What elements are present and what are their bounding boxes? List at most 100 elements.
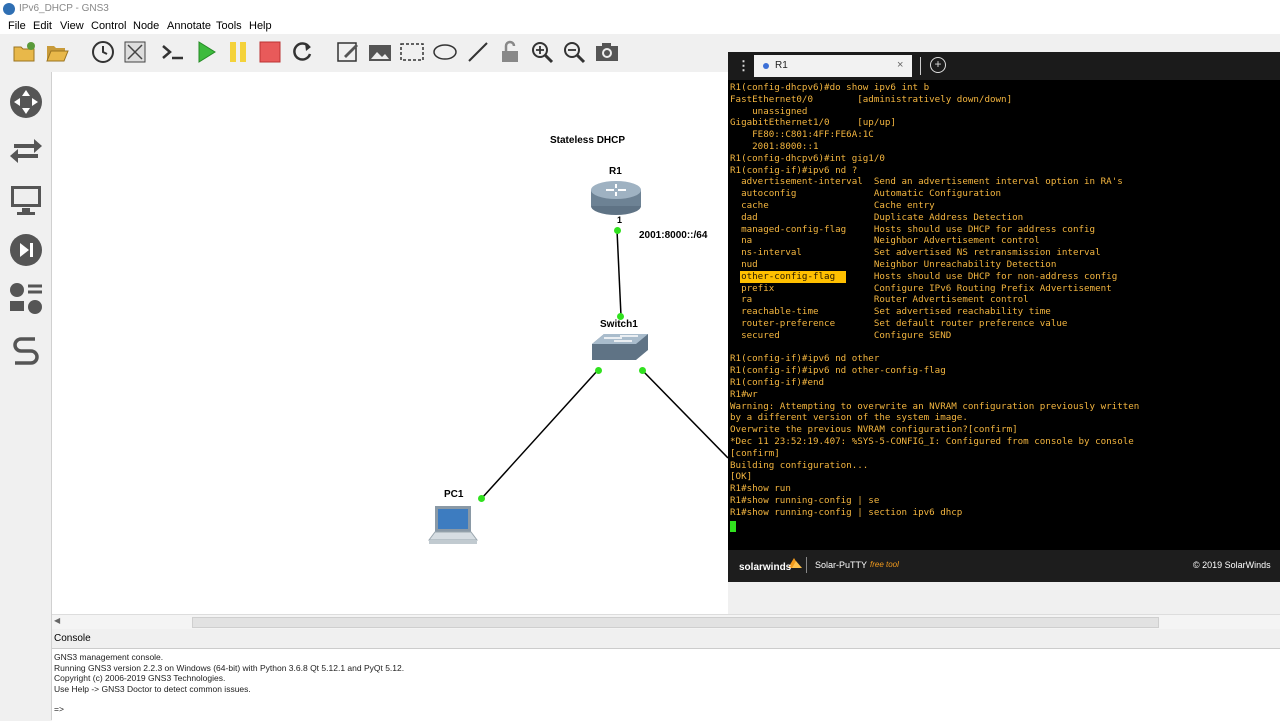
menu-edit[interactable]: Edit bbox=[33, 20, 52, 32]
r1-port-label[interactable]: 1 bbox=[617, 215, 622, 225]
console-line: Running GNS3 version 2.2.3 on Windows (6… bbox=[54, 663, 405, 673]
console-prompt[interactable]: => bbox=[54, 704, 64, 714]
terminal-line: advertisement-interval Send an advertise… bbox=[730, 176, 1123, 188]
browse-security-devices-icon[interactable] bbox=[8, 232, 44, 268]
session-status-dot bbox=[763, 63, 769, 69]
draw-rectangle-icon[interactable] bbox=[398, 38, 426, 66]
menu-dots-icon[interactable]: ⋮ bbox=[737, 58, 750, 74]
terminal-line: by a different version of the system ima… bbox=[730, 412, 968, 424]
session-tab-label: R1 bbox=[775, 60, 788, 71]
browse-end-devices-icon[interactable] bbox=[8, 182, 44, 218]
terminal-line: ra Router Advertisement control bbox=[730, 294, 1029, 306]
terminal-line: Overwrite the previous NVRAM configurati… bbox=[730, 424, 1018, 436]
pc1-label[interactable]: PC1 bbox=[444, 489, 463, 500]
port-status-dot bbox=[614, 227, 621, 234]
terminal-line: GigabitEthernet1/0 [up/up] bbox=[730, 117, 896, 129]
terminal-line: FastEthernet0/0 [administratively down/d… bbox=[730, 93, 1013, 105]
lock-items-icon[interactable] bbox=[496, 38, 524, 66]
terminal-line: Building configuration... bbox=[730, 459, 869, 471]
router-r1-label[interactable]: R1 bbox=[609, 166, 622, 177]
terminal-line: Warning: Attempting to overwrite an NVRA… bbox=[730, 400, 1140, 412]
terminal-cursor bbox=[730, 521, 736, 532]
show-interface-labels-icon[interactable] bbox=[121, 38, 149, 66]
menu-control[interactable]: Control bbox=[91, 20, 126, 32]
putty-tab-bar: ⋮ R1 × + bbox=[728, 52, 1280, 80]
session-tab-r1[interactable]: R1 × bbox=[754, 55, 912, 77]
new-session-plus-icon[interactable]: + bbox=[930, 57, 946, 73]
port-status-dot bbox=[617, 313, 624, 320]
console-line: Copyright (c) 2006-2019 GNS3 Technologie… bbox=[54, 673, 226, 683]
menu-node[interactable]: Node bbox=[133, 20, 159, 32]
draw-line-icon[interactable] bbox=[464, 38, 492, 66]
draw-ellipse-icon[interactable] bbox=[431, 38, 459, 66]
terminal-line: R1#wr bbox=[730, 388, 758, 400]
screenshot-camera-icon[interactable] bbox=[593, 38, 621, 66]
switch-switch1[interactable] bbox=[590, 332, 650, 364]
console-line: Use Help -> GNS3 Doctor to detect common… bbox=[54, 684, 251, 694]
terminal-line: [confirm] bbox=[730, 447, 780, 459]
add-note-icon[interactable] bbox=[334, 38, 362, 66]
browse-switches-icon[interactable] bbox=[8, 133, 44, 169]
putty-status-bar: solarwinds Solar-PuTTY free tool © 2019 … bbox=[728, 550, 1280, 582]
console-output[interactable]: GNS3 management console. Running GNS3 ve… bbox=[52, 648, 1280, 721]
reload-all-icon[interactable] bbox=[288, 38, 316, 66]
port-status-dot bbox=[595, 367, 602, 374]
zoom-out-icon[interactable] bbox=[560, 38, 588, 66]
window-title: IPv6_DHCP - GNS3 bbox=[19, 3, 109, 14]
console-connect-icon[interactable] bbox=[159, 38, 187, 66]
menu-view[interactable]: View bbox=[60, 20, 84, 32]
link-switch1-pc1[interactable] bbox=[481, 369, 599, 499]
stop-all-icon[interactable] bbox=[256, 38, 284, 66]
menu-file[interactable]: File bbox=[8, 20, 26, 32]
snapshot-clock-icon[interactable] bbox=[89, 38, 117, 66]
open-project-icon[interactable] bbox=[43, 38, 71, 66]
switch1-label[interactable]: Switch1 bbox=[600, 319, 638, 330]
terminal-line: other-config-flag Hosts should use DHCP … bbox=[741, 270, 1118, 282]
terminal-line: managed-config-flag Hosts should use DHC… bbox=[730, 223, 1096, 235]
terminal-output[interactable]: R1(config-dhcpv6)#do show ipv6 int b Fast… bbox=[728, 80, 1280, 548]
menu-annotate[interactable]: Annotate bbox=[167, 20, 211, 32]
add-link-icon[interactable] bbox=[8, 334, 44, 370]
browse-all-devices-icon[interactable] bbox=[8, 281, 44, 317]
browse-routers-icon[interactable] bbox=[8, 84, 44, 120]
link-switch1-offscreen[interactable] bbox=[641, 369, 728, 459]
terminal-line: ns-interval Set advertised NS retransmis… bbox=[730, 247, 1101, 259]
close-tab-icon[interactable]: × bbox=[897, 59, 903, 71]
pc-pc1[interactable] bbox=[427, 504, 479, 550]
menu-bar: File Edit View Control Node Annotate Too… bbox=[0, 18, 1280, 34]
scrollbar-thumb[interactable] bbox=[192, 617, 1159, 628]
subnet-link-label[interactable]: 2001:8000::/64 bbox=[639, 230, 707, 241]
terminal-line: prefix Configure IPv6 Routing Prefix Adv… bbox=[730, 282, 1112, 294]
insert-picture-icon[interactable] bbox=[366, 38, 394, 66]
menu-tools[interactable]: Tools bbox=[216, 20, 242, 32]
terminal-line: autoconfig Automatic Configuration bbox=[730, 188, 1002, 200]
suspend-all-icon[interactable] bbox=[224, 38, 252, 66]
brand-logo-text: solarwinds bbox=[739, 562, 792, 573]
terminal-line: nud Neighbor Unreachability Detection bbox=[730, 259, 1057, 270]
main-toolbar bbox=[0, 34, 728, 72]
product-tag: free tool bbox=[870, 560, 899, 569]
menu-help[interactable]: Help bbox=[249, 20, 272, 32]
console-dock-header: Console bbox=[52, 631, 1280, 647]
router-r1[interactable] bbox=[590, 180, 642, 216]
new-project-icon[interactable] bbox=[10, 38, 38, 66]
window-title-bar: IPv6_DHCP - GNS3 bbox=[0, 0, 1280, 18]
terminal-line: R1#show running-config | se bbox=[730, 495, 880, 506]
terminal-line: *Dec 11 23:52:19.407: %SYS-5-CONFIG_I: C… bbox=[730, 436, 1134, 447]
topology-canvas[interactable]: Stateless DHCP R1 1 2001:8000::/64 Switc… bbox=[52, 72, 728, 614]
terminal-line: R1(config-if)#ipv6 nd other-config-flag bbox=[730, 365, 946, 377]
console-line: GNS3 management console. bbox=[54, 652, 164, 662]
terminal-line: R1(config-if)#ipv6 nd other bbox=[730, 353, 880, 365]
zoom-in-icon[interactable] bbox=[528, 38, 556, 66]
start-all-icon[interactable] bbox=[192, 38, 220, 66]
solar-putty-window: ⋮ R1 × + R1(config-dhcpv6)#do show ipv6 … bbox=[728, 52, 1280, 582]
link-r1-switch1[interactable] bbox=[616, 229, 622, 317]
terminal-line: na Neighbor Advertisement control bbox=[730, 235, 1040, 247]
port-status-dot bbox=[639, 367, 646, 374]
status-divider bbox=[806, 557, 807, 573]
canvas-horizontal-scrollbar[interactable]: ◀ bbox=[52, 614, 1280, 629]
scroll-left-arrow-icon[interactable]: ◀ bbox=[54, 616, 60, 625]
topology-title[interactable]: Stateless DHCP bbox=[550, 135, 625, 146]
device-types-dock bbox=[0, 72, 52, 720]
terminal-line: R1(config-if)#end bbox=[730, 377, 825, 388]
